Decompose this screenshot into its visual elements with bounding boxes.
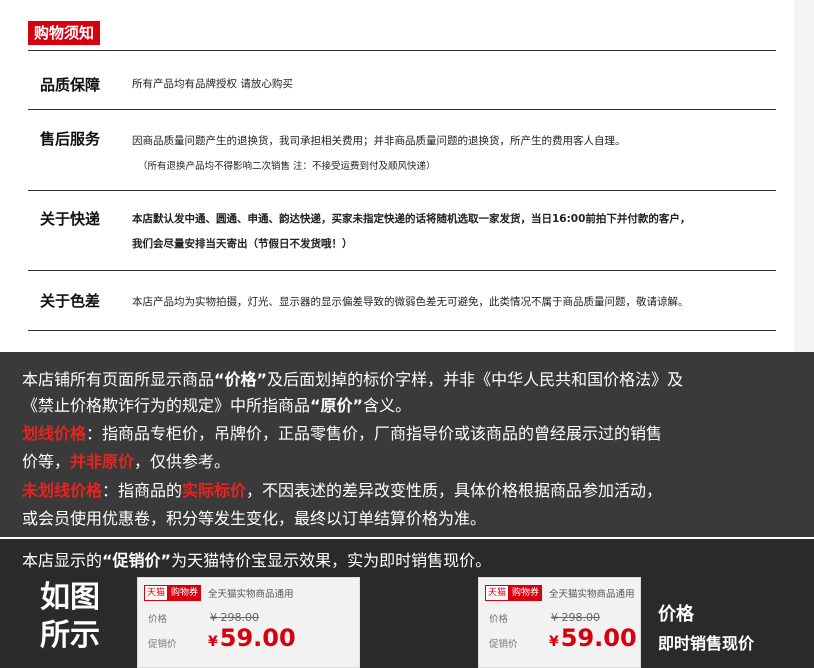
- row-text-color: 本店产品均为实物拍摄，灯光、显示器的显示偏差导致的微弱色差无可避免，此类情况不属…: [132, 296, 689, 308]
- original-price: ¥ 298.00: [551, 611, 600, 624]
- disclaimer-line-2: 《禁止价格欺诈行为的规定》中所指商品“原价”含义。: [22, 396, 412, 415]
- price-disclaimer: 本店铺所有页面所显示商品“价格”及后面划掉的标价字样，并非《中华人民共和国价格法…: [0, 352, 814, 537]
- promo-price: ¥59.00: [208, 624, 296, 652]
- tmall-badge: 天猫: [144, 585, 169, 601]
- divider: [28, 50, 776, 51]
- row-label-shipping: 关于快递: [40, 210, 101, 228]
- divider: [28, 270, 776, 271]
- row-label-quality: 品质保障: [40, 76, 101, 94]
- original-price: ¥ 298.00: [210, 611, 259, 624]
- row-text-aftersales-note: （所有退换产品均不得影响二次销售 注：不接受运费到付及顺风快递）: [138, 161, 436, 172]
- row-text-quality: 所有产品均有品牌授权 请放心购买: [132, 78, 293, 90]
- promo-note-2: 即时销售现价: [658, 634, 755, 653]
- disclaimer-line-3: 划线价格：指商品专柜价，吊牌价，正品零售价，厂商指导价或该商品的曾经展示过的销售: [22, 424, 663, 443]
- coupon-note: 全天猫实物商品通用: [549, 589, 635, 600]
- price-label: 价格: [489, 614, 509, 625]
- price-card-example-2: 天猫 购物券 全天猫实物商品通用 价格 ¥ 298.00 促销价 ¥59.00: [478, 577, 641, 668]
- row-label-color: 关于色差: [40, 292, 101, 310]
- row-text-shipping: 本店默认发中通、圆通、申通、韵达快递，买家未指定快递的话将随机选取一家发货，当日…: [132, 213, 691, 225]
- divider: [28, 109, 776, 110]
- coupon-note: 全天猫实物商品通用: [208, 589, 294, 600]
- promo-headline: 本店显示的“促销价”为天猫特价宝显示效果，实为即时销售现价。: [22, 551, 492, 570]
- divider: [28, 190, 776, 191]
- promo-price: ¥59.00: [549, 624, 637, 652]
- promo-label-1: 如图: [40, 580, 100, 615]
- section-title: 购物须知: [28, 21, 101, 45]
- price-card-example-1: 天猫 购物券 全天猫实物商品通用 价格 ¥ 298.00 促销价 ¥59.00: [137, 577, 360, 668]
- disclaimer-line-6: 或会员使用优惠卷，积分等发生变化，最终以订单结算价格为准。: [22, 509, 487, 528]
- disclaimer-line-5: 未划线价格：指商品的实际标价，不因表述的差异改变性质，具体价格根据商品参加活动，: [22, 481, 663, 500]
- disclaimer-line-1: 本店铺所有页面所显示商品“价格”及后面划掉的标价字样，并非《中华人民共和国价格法…: [22, 370, 684, 389]
- disclaimer-line-4: 价等，并非原价，仅供参考。: [22, 452, 231, 471]
- row-text-aftersales: 因商品质量问题产生的退换货，我司承担相关费用；并非商品质量问题的退换货，所产生的…: [132, 135, 626, 147]
- coupon-badge: 购物券: [168, 585, 202, 601]
- divider: [28, 330, 776, 331]
- promo-price-label: 促销价: [148, 639, 177, 650]
- coupon-badge: 购物券: [509, 585, 543, 601]
- promo-section: 本店显示的“促销价”为天猫特价宝显示效果，实为即时销售现价。 如图 所示 价格 …: [0, 539, 814, 668]
- tmall-badge: 天猫: [485, 585, 510, 601]
- promo-label-2: 所示: [40, 618, 100, 653]
- price-label: 价格: [148, 614, 168, 625]
- page-edge: [794, 0, 814, 352]
- promo-price-label: 促销价: [489, 639, 518, 650]
- promo-note-1: 价格: [658, 604, 694, 625]
- shopping-notice-section: 购物须知 品质保障 所有产品均有品牌授权 请放心购买 售后服务 因商品质量问题产…: [0, 0, 814, 352]
- row-text-shipping-2: 我们会尽量安排当天寄出（节假日不发货哦！）: [132, 238, 353, 250]
- row-label-aftersales: 售后服务: [40, 130, 101, 148]
